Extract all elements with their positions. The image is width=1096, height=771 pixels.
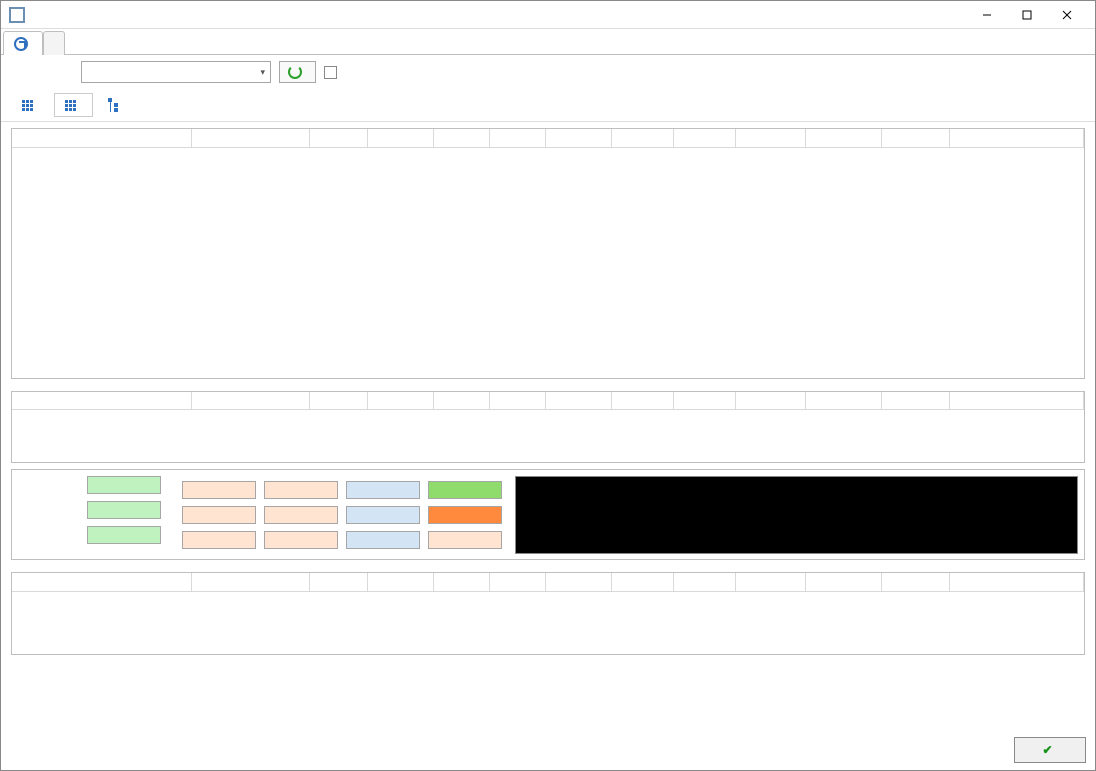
child-time-label bbox=[171, 505, 177, 528]
details-panel bbox=[11, 469, 1085, 560]
total-time-label bbox=[171, 530, 177, 553]
sub-toolbar bbox=[1, 89, 1095, 122]
info-button[interactable] bbox=[143, 93, 165, 117]
check-icon: ✔ bbox=[1042, 743, 1052, 757]
own-total bbox=[428, 481, 502, 499]
calls-value bbox=[87, 476, 161, 494]
child-min bbox=[182, 506, 256, 524]
chevron-down-icon: ▾ bbox=[260, 67, 265, 78]
parent-calls-value bbox=[87, 501, 161, 519]
stopwatch-icon bbox=[14, 37, 28, 51]
main-tabs bbox=[1, 29, 1095, 55]
grid-icon bbox=[22, 100, 33, 111]
maximize-button[interactable] bbox=[1007, 2, 1047, 28]
trace-tree-button[interactable] bbox=[97, 93, 139, 117]
child-total bbox=[428, 506, 502, 524]
total-total bbox=[428, 531, 502, 549]
unit-overview-button[interactable] bbox=[54, 93, 93, 117]
parents-panel bbox=[11, 391, 1085, 464]
refresh-icon bbox=[288, 65, 302, 79]
total-avg bbox=[346, 531, 420, 549]
own-max bbox=[264, 481, 338, 499]
function-overview-button[interactable] bbox=[11, 93, 50, 117]
refresh-button[interactable] bbox=[279, 61, 316, 83]
own-time-label bbox=[171, 480, 177, 503]
own-min bbox=[182, 481, 256, 499]
child-avg bbox=[346, 506, 420, 524]
errors-button[interactable] bbox=[169, 93, 191, 117]
total-max bbox=[264, 531, 338, 549]
app-icon bbox=[9, 7, 25, 23]
close-button[interactable] bbox=[1047, 2, 1087, 28]
close-dialog-button[interactable]: ✔ bbox=[1014, 737, 1086, 763]
minimize-button[interactable] bbox=[967, 2, 1007, 28]
grid-icon bbox=[65, 100, 76, 111]
total-min bbox=[182, 531, 256, 549]
overview-panel bbox=[11, 128, 1085, 379]
child-max bbox=[264, 506, 338, 524]
thread-select[interactable]: ▾ bbox=[81, 61, 271, 83]
own-avg bbox=[346, 481, 420, 499]
childs-panel bbox=[11, 572, 1085, 655]
overhead-checkbox[interactable] bbox=[324, 66, 337, 79]
overview-header[interactable] bbox=[12, 129, 1084, 147]
childs-header[interactable] bbox=[12, 573, 1084, 591]
child-calls-value bbox=[87, 526, 161, 544]
tab-info[interactable] bbox=[43, 31, 65, 55]
parents-header[interactable] bbox=[12, 392, 1084, 410]
tree-icon bbox=[108, 98, 122, 112]
titlebar bbox=[1, 1, 1095, 29]
tab-profile-times[interactable] bbox=[3, 31, 43, 55]
timing-chart bbox=[515, 476, 1078, 554]
